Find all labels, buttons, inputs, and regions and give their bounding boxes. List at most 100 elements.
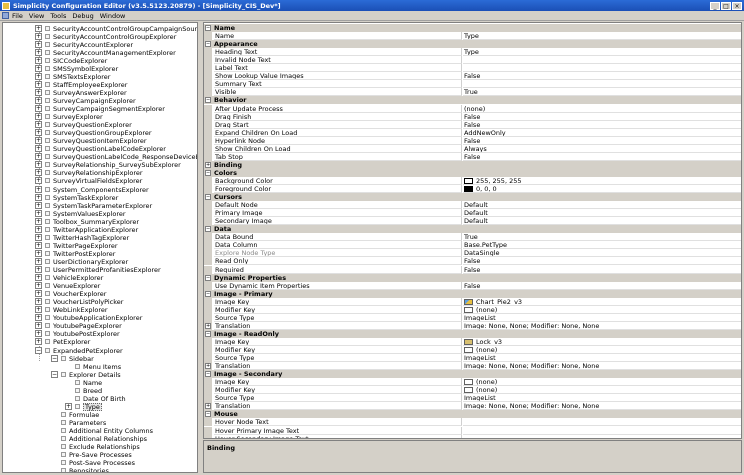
expand-icon[interactable]: + — [35, 249, 42, 257]
tree-item[interactable]: + SurveyRelationship_SurveySubExplorer — [3, 161, 197, 169]
property-row[interactable]: Image Key Chart_Pie2_v3 — [204, 297, 741, 306]
close-button[interactable]: × — [732, 1, 742, 10]
tree-item[interactable]: + TwitterHashTagExplorer — [3, 233, 197, 242]
tree-item[interactable]: + SurveyAnswerExplorer — [3, 88, 197, 97]
collapse-icon[interactable]: − — [205, 371, 211, 378]
property-value[interactable]: Lock_v3 — [463, 338, 741, 346]
property-row[interactable]: After Update Process (none) — [204, 104, 741, 113]
explorer-tree[interactable]: + SecurityAccountControlGroupCampaignSour… — [2, 22, 198, 473]
tree-item[interactable]: + SurveyVirtualFieldsExplorer — [3, 177, 197, 185]
expand-icon[interactable]: + — [35, 193, 42, 201]
tree-item[interactable]: + SystemValuesExplorer — [3, 209, 197, 218]
tree-item[interactable]: + SMSTextsExplorer — [3, 72, 197, 81]
property-row[interactable]: Heading Text Type — [204, 48, 741, 57]
property-value[interactable] — [463, 418, 741, 427]
tree-item[interactable]: Date Of Birth — [3, 395, 197, 403]
expand-icon[interactable]: + — [35, 209, 42, 217]
property-row[interactable]: Summary Text — [204, 80, 741, 89]
tree-item[interactable]: + SurveyQuestionLabelCodeExplorer — [3, 145, 197, 153]
property-row[interactable]: Image Key Lock_v3 — [204, 337, 741, 346]
property-value[interactable] — [463, 435, 741, 438]
property-value[interactable]: Type — [463, 48, 741, 57]
property-value[interactable] — [463, 80, 741, 89]
tree-item[interactable]: + SurveyExplorer — [3, 113, 197, 121]
property-value[interactable]: False — [463, 72, 741, 81]
tree-item[interactable]: + SecurityAccountControlGroupExplorer — [3, 32, 197, 41]
expand-icon[interactable]: + — [35, 145, 42, 153]
tree-item[interactable]: + SurveyQuestionItemExplorer — [3, 137, 197, 145]
property-value[interactable]: 0, 0, 0 — [463, 185, 741, 193]
tree-item[interactable]: + TwitterPageExplorer — [3, 241, 197, 250]
expand-icon[interactable]: + — [35, 241, 42, 249]
menu-tools[interactable]: Tools — [50, 12, 66, 20]
property-value[interactable]: ImageList — [463, 354, 741, 363]
expand-icon[interactable]: + — [35, 169, 42, 177]
property-row[interactable]: Drag Finish False — [204, 112, 741, 121]
tree-item[interactable]: + SecurityAccountManagementExplorer — [3, 48, 197, 57]
expand-icon[interactable]: + — [35, 137, 42, 145]
property-row[interactable]: Secondary Image Default — [204, 217, 741, 226]
expand-icon[interactable]: + — [205, 322, 211, 329]
property-row[interactable]: Image Key (none) — [204, 378, 741, 387]
property-row[interactable]: + Translation Image: None, None; Modifier:… — [204, 321, 741, 330]
tree-item[interactable]: Name — [3, 379, 197, 387]
expand-icon[interactable]: + — [35, 298, 42, 306]
property-row[interactable]: Hover Node Text — [204, 418, 741, 427]
property-category[interactable]: − Appearance — [204, 40, 741, 49]
property-row[interactable]: Tab Stop False — [204, 152, 741, 161]
collapse-icon[interactable]: − — [205, 226, 211, 233]
expand-icon[interactable]: + — [65, 402, 72, 410]
menu-window[interactable]: Window — [100, 12, 126, 20]
menu-debug[interactable]: Debug — [72, 12, 93, 20]
tree-item[interactable]: Menu Items — [3, 363, 197, 371]
tree-item[interactable]: + WebLinkExplorer — [3, 306, 197, 314]
property-row[interactable]: Show Lookup Value Images False — [204, 72, 741, 81]
property-value[interactable]: (none) — [463, 105, 741, 113]
expand-icon[interactable]: + — [35, 217, 42, 225]
tree-item[interactable]: + Toolbox_SummaryExplorer — [3, 217, 197, 226]
tree-item[interactable]: + TwitterPostExplorer — [3, 249, 197, 258]
property-row[interactable]: Drag Start False — [204, 120, 741, 129]
expand-icon[interactable]: + — [35, 96, 42, 104]
property-row[interactable]: Required False — [204, 265, 741, 274]
collapse-icon[interactable]: − — [51, 354, 58, 362]
minimize-button[interactable]: _ — [710, 1, 720, 10]
collapse-icon[interactable]: − — [205, 41, 211, 48]
expand-icon[interactable]: + — [35, 80, 42, 88]
property-value[interactable]: Base.PetType — [463, 241, 741, 250]
tree-item[interactable]: + SMSSymbolExplorer — [3, 64, 197, 73]
tree-item[interactable]: + YoutubePostExplorer — [3, 330, 197, 338]
property-category[interactable]: − Image - Primary — [204, 289, 741, 298]
expand-icon[interactable]: + — [35, 113, 42, 121]
expand-icon[interactable]: + — [35, 88, 42, 96]
tree-item[interactable]: + SecurityAccountControlGroupCampaignSour… — [3, 24, 197, 33]
property-value[interactable]: Image: None, None; Modifier: None, None — [463, 402, 741, 411]
collapse-icon[interactable]: − — [51, 370, 58, 378]
property-value[interactable]: ImageList — [463, 394, 741, 403]
tree-item[interactable]: + SystemTaskExplorer — [3, 193, 197, 202]
expand-icon[interactable]: + — [35, 64, 42, 72]
tree-item[interactable]: + SICCodeExplorer — [3, 56, 197, 65]
property-row[interactable]: Source Type ImageList — [204, 394, 741, 403]
collapse-icon[interactable]: − — [205, 330, 211, 337]
collapse-icon[interactable]: − — [205, 274, 211, 281]
tree-item[interactable]: + VenueExplorer — [3, 282, 197, 290]
property-row[interactable]: Modifier Key (none) — [204, 386, 741, 395]
tree-item[interactable]: + UserPermittedProfanitiesExplorer — [3, 266, 197, 274]
property-value[interactable]: Default — [463, 209, 741, 218]
tree-item[interactable]: Post-Save Processes — [3, 459, 197, 467]
property-category[interactable]: + Binding — [204, 160, 741, 169]
property-row[interactable]: Expand Children On Load AddNewOnly — [204, 128, 741, 137]
tree-item[interactable]: + SurveyCampaignSegmentExplorer — [3, 105, 197, 113]
property-row[interactable]: Explore Node Type DataSingle — [204, 249, 741, 258]
property-value[interactable]: Type — [463, 32, 741, 41]
property-row[interactable]: Primary Image Default — [204, 209, 741, 218]
tree-item[interactable]: + SurveyCampaignExplorer — [3, 96, 197, 105]
tree-item[interactable]: Repositories — [3, 467, 197, 472]
property-value[interactable]: (none) — [463, 386, 741, 395]
expand-icon[interactable]: + — [35, 177, 42, 185]
expand-icon[interactable]: + — [35, 56, 42, 64]
property-value[interactable]: False — [463, 282, 741, 290]
property-row[interactable]: Background Color 255, 255, 255 — [204, 176, 741, 185]
expand-icon[interactable]: + — [35, 161, 42, 169]
